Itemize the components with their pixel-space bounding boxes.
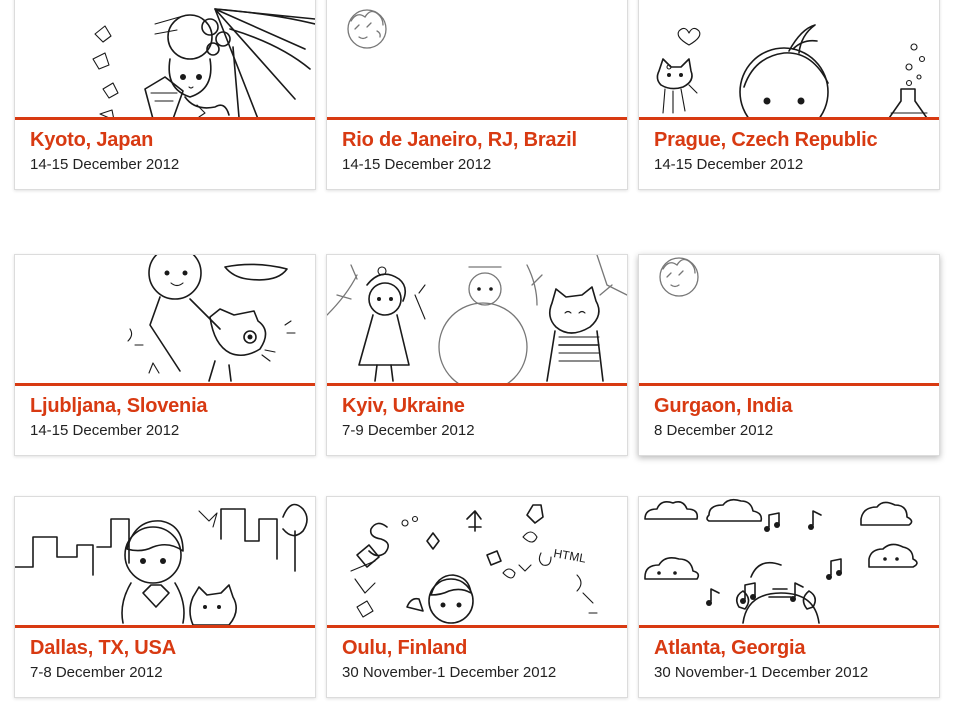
event-card-rio-de-janeiro[interactable]: Rio de Janeiro, RJ, Brazil 14-15 Decembe… — [326, 0, 628, 190]
event-city: Dallas, TX, USA — [30, 637, 176, 659]
card-accent-bar — [327, 117, 627, 120]
event-card-atlanta[interactable]: Atlanta, Georgia 30 November-1 December … — [638, 496, 940, 698]
event-date: 30 November-1 December 2012 — [654, 664, 869, 681]
event-card-kyiv[interactable]: Kyiv, Ukraine 7-9 December 2012 — [326, 254, 628, 456]
card-accent-bar — [639, 383, 939, 386]
card-accent-bar — [15, 383, 315, 386]
event-date: 14-15 December 2012 — [30, 422, 180, 439]
event-card-dallas[interactable]: Dallas, TX, USA 7-8 December 2012 — [14, 496, 316, 698]
event-city: Oulu, Finland — [342, 637, 468, 659]
event-date: 8 December 2012 — [654, 422, 774, 439]
event-city: Prague, Czech Republic — [654, 129, 878, 151]
event-city: Kyoto, Japan — [30, 129, 154, 151]
placeholder-face-illustration — [639, 255, 939, 383]
event-date: 7-9 December 2012 — [342, 422, 475, 439]
event-city: Kyiv, Ukraine — [342, 395, 465, 417]
card-accent-bar — [327, 625, 627, 628]
card-accent-bar — [15, 625, 315, 628]
card-accent-bar — [327, 383, 627, 386]
event-card-ljubljana[interactable]: Ljubljana, Slovenia 14-15 December 2012 — [14, 254, 316, 456]
event-city: Rio de Janeiro, RJ, Brazil — [342, 129, 577, 151]
boy-city-skyline-illustration — [15, 497, 315, 625]
event-card-prague[interactable]: Prague, Czech Republic 14-15 December 20… — [638, 0, 940, 190]
html-doodle-text: HTML — [552, 546, 587, 566]
clouds-and-music-notes-illustration — [639, 497, 939, 625]
geisha-with-umbrella-illustration — [15, 0, 315, 117]
events-grid: Kyoto, Japan 14-15 December 2012 Rio de … — [0, 0, 962, 717]
card-accent-bar — [15, 117, 315, 120]
event-date: 30 November-1 December 2012 — [342, 664, 557, 681]
event-date: 14-15 December 2012 — [30, 156, 180, 173]
event-city: Ljubljana, Slovenia — [30, 395, 208, 417]
event-city: Gurgaon, India — [654, 395, 793, 417]
card-accent-bar — [639, 625, 939, 628]
event-date: 14-15 December 2012 — [654, 156, 804, 173]
girl-with-cat-and-flask-illustration — [639, 0, 939, 117]
event-city: Atlanta, Georgia — [654, 637, 806, 659]
girl-with-dragon-illustration — [15, 255, 315, 383]
placeholder-face-illustration — [327, 0, 627, 117]
event-date: 14-15 December 2012 — [342, 156, 492, 173]
girl-snowman-and-cat-illustration — [327, 255, 627, 383]
girl-with-doodles-illustration: HTML — [327, 497, 627, 625]
event-card-oulu[interactable]: HTML Oulu, Finland 30 November-1 Decembe… — [326, 496, 628, 698]
event-card-gurgaon[interactable]: Gurgaon, India 8 December 2012 — [638, 254, 940, 456]
event-date: 7-8 December 2012 — [30, 664, 163, 681]
card-accent-bar — [639, 117, 939, 120]
event-card-kyoto[interactable]: Kyoto, Japan 14-15 December 2012 — [14, 0, 316, 190]
